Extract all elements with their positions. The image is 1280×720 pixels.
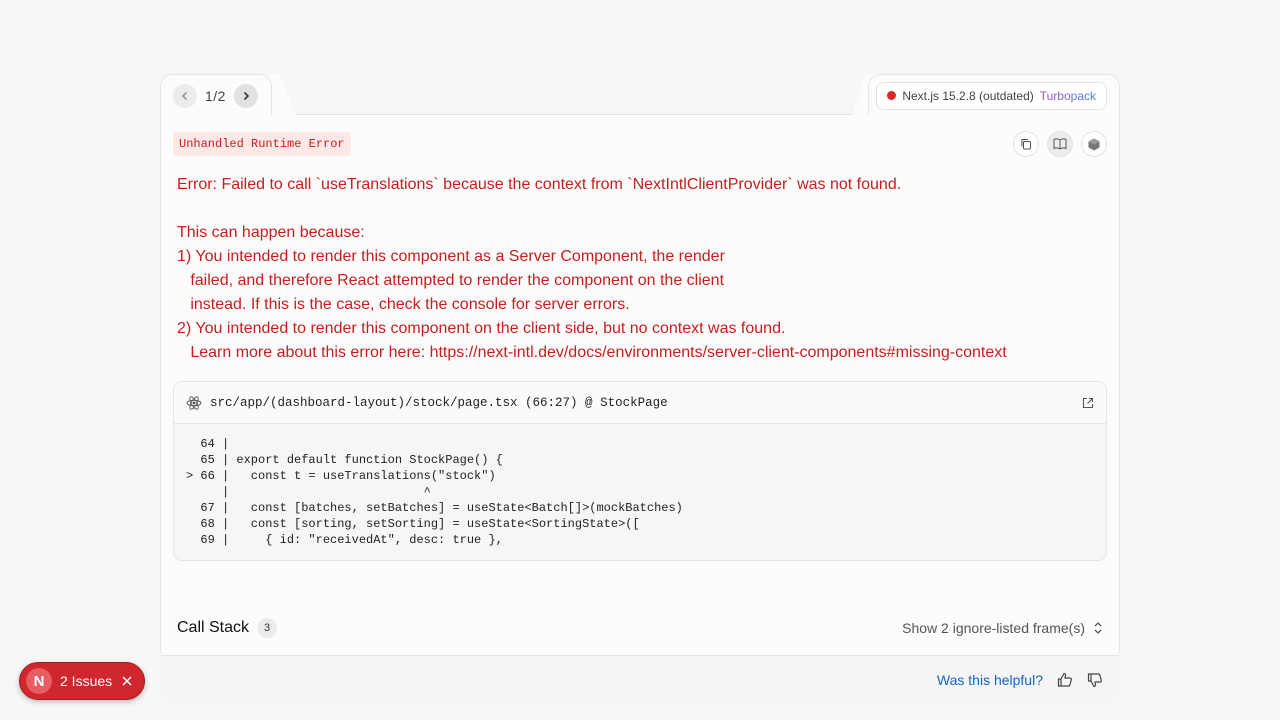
error-message-line: 1) You intended to render this component… [177,248,725,265]
error-overlay: 1/2 Next.js 15.2.8 (outdated) Turbopack … [160,74,1120,703]
external-link-icon [1082,397,1094,408]
error-message-line: instead. If this is the case, check the … [177,296,630,313]
thumbs-up-button[interactable] [1057,672,1073,688]
error-type-badge: Unhandled Runtime Error [173,132,351,156]
issues-count-label: 2 Issues [60,673,113,689]
error-panel: Unhandled Runtime Error Error: Failed to… [160,115,1120,703]
next-error-button[interactable] [233,83,258,108]
code-line-highlighted: > 66 | const t = useTranslations("stock"… [186,469,496,483]
copy-error-button[interactable] [1013,131,1039,157]
error-message-line: 2) You intended to render this component… [177,320,786,337]
show-ignored-frames-button[interactable]: Show 2 ignore-listed frame(s) [902,620,1103,636]
error-message-line: Error: Failed to call `useTranslations` … [177,176,902,193]
code-line: 67 | const [batches, setBatches] = useSt… [186,501,683,515]
open-in-editor-button[interactable] [1082,397,1094,409]
copy-icon [1021,139,1031,150]
code-frame-header: src/app/(dashboard-layout)/stock/page.ts… [174,382,1106,424]
hexagon-icon [1088,138,1100,150]
call-stack-header: Call Stack 3 Show 2 ignore-listed frame(… [177,613,1103,643]
error-message-line: failed, and therefore React attempted to… [177,272,725,289]
docs-button[interactable] [1047,131,1073,157]
nodejs-inspector-button[interactable] [1081,131,1107,157]
code-frame-source: 64 | 65 | export default function StockP… [174,424,1106,560]
call-stack-count-badge: 3 [257,618,278,638]
error-message-line [177,197,1097,221]
react-icon [186,395,202,410]
version-tab: Next.js 15.2.8 (outdated) Turbopack [868,74,1120,116]
thumbs-down-icon [1087,672,1102,687]
code-line: 65 | export default function StockPage()… [186,453,503,467]
code-line: 64 | [186,437,230,451]
nextjs-logo-icon: N [26,668,52,694]
close-icon-glyph [122,675,132,686]
call-stack-title: Call Stack [177,619,250,636]
prev-error-button[interactable] [173,83,197,108]
error-toolbar [1013,131,1107,157]
bundler-label: Turbopack [1039,88,1096,103]
book-icon [1053,138,1067,150]
error-message: Error: Failed to call `useTranslations` … [177,173,1097,365]
feedback-footer: Was this helpful? [161,655,1119,703]
code-line-marker: | ^ [186,485,431,499]
framework-version: Next.js 15.2.8 (outdated) [902,88,1034,103]
code-frame: src/app/(dashboard-layout)/stock/page.ts… [173,381,1107,561]
code-line: 68 | const [sorting, setSorting] = useSt… [186,517,640,531]
thumbs-down-button[interactable] [1087,672,1103,688]
status-dot-icon [887,91,897,100]
close-icon[interactable] [122,673,132,690]
chevron-right-icon [243,91,250,100]
dev-tools-issues-badge[interactable]: N 2 Issues [19,662,145,700]
nextjs-version-badge[interactable]: Next.js 15.2.8 (outdated) Turbopack [876,81,1107,110]
was-this-helpful-label: Was this helpful? [936,671,1043,688]
code-line: 69 | { id: "receivedAt", desc: true }, [186,533,503,547]
show-ignored-frames-label: Show 2 ignore-listed frame(s) [902,620,1085,636]
code-frame-file-path: src/app/(dashboard-layout)/stock/page.ts… [210,395,668,410]
chevron-left-icon [182,91,187,100]
error-message-line: Learn more about this error here: https:… [177,344,1007,361]
error-pagination: 1/2 [160,74,272,116]
error-message-line: This can happen because: [177,224,365,241]
thumbs-up-icon [1057,672,1072,687]
error-pager-count: 1/2 [205,87,226,104]
chevron-up-down-icon [1094,622,1102,634]
